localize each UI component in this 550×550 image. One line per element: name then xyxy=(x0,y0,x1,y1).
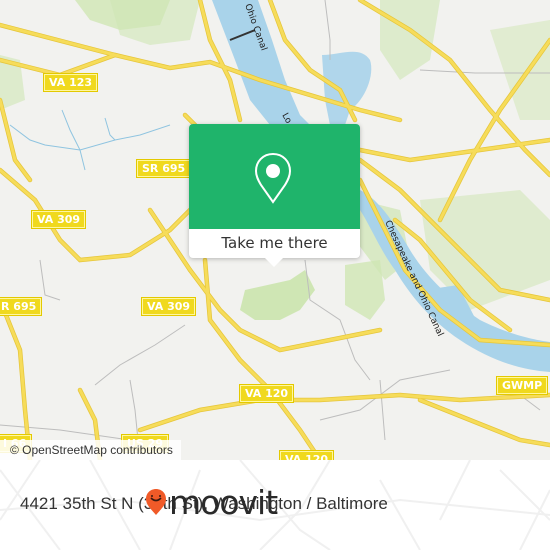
route-shield-va-120-south: VA 120 xyxy=(278,450,335,460)
map-attribution[interactable]: © OpenStreetMap contributors xyxy=(0,440,181,460)
popup-header xyxy=(189,124,360,229)
popup-pointer xyxy=(265,258,283,267)
map[interactable]: Chesapeake and Ohio Canal Lo Ohio Canal … xyxy=(0,0,550,460)
route-shield-va-309-south: VA 309 xyxy=(140,297,197,316)
route-shield-sr-695: SR 695 xyxy=(135,159,192,178)
footer: 4421 35th St N (35th St), Washington / B… xyxy=(0,460,550,550)
route-shield-va-309: VA 309 xyxy=(30,210,87,229)
moovit-logo[interactable]: moovit xyxy=(146,483,520,524)
route-shield-va-123: VA 123 xyxy=(42,73,99,92)
moovit-pin-icon xyxy=(146,489,166,515)
take-me-there-button[interactable]: Take me there xyxy=(189,229,360,258)
route-shield-sr-695-west: R 695 xyxy=(0,297,43,316)
route-shield-va-120: VA 120 xyxy=(238,384,295,403)
location-popup: Take me there xyxy=(189,124,360,267)
moovit-wordmark: moovit xyxy=(169,483,278,522)
location-pin-icon xyxy=(254,152,292,204)
route-shield-gwmp: GWMP xyxy=(495,376,549,395)
